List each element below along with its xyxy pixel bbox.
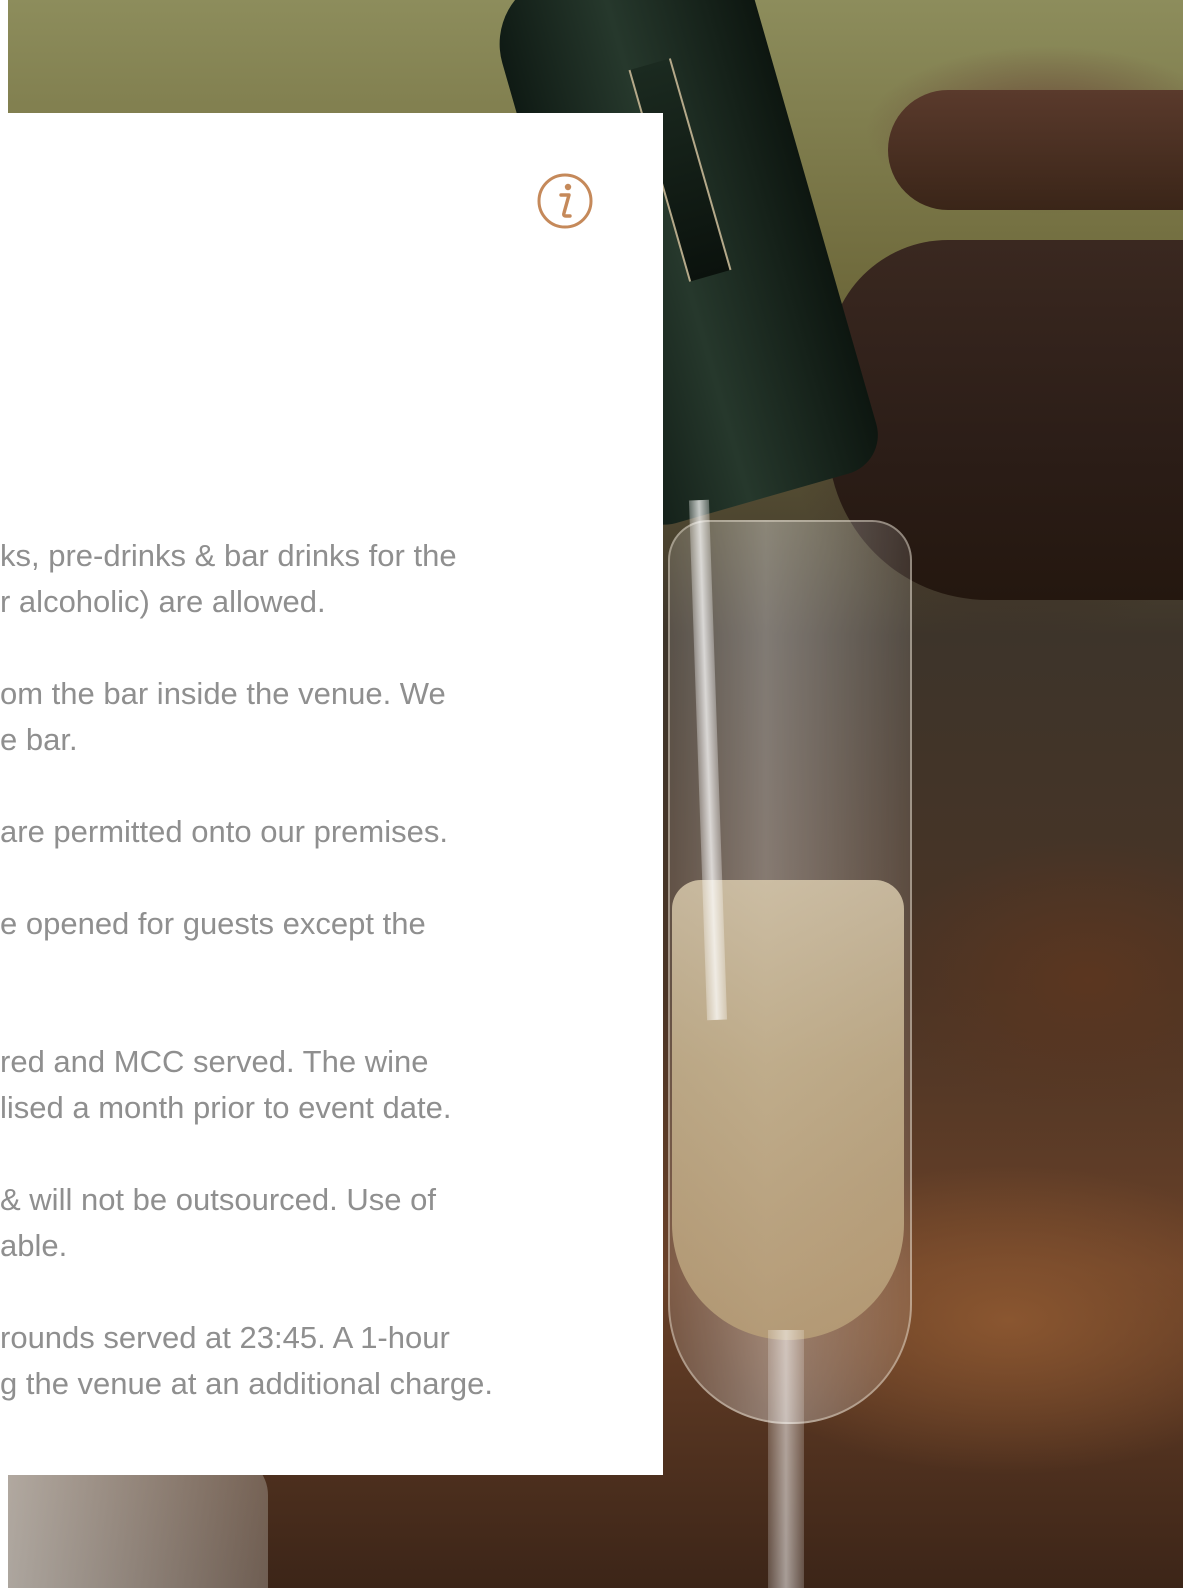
- policy-item: red and MCC served. The wine lised a mon…: [0, 1039, 663, 1131]
- policy-item: rounds served at 23:45. A 1-hour g the v…: [0, 1315, 663, 1407]
- policy-item: e opened for guests except the: [0, 901, 663, 993]
- policy-line: rounds served at 23:45. A 1-hour: [0, 1320, 450, 1355]
- policy-item: om the bar inside the venue. We e bar.: [0, 671, 663, 763]
- policy-item: & will not be outsourced. Use of able.: [0, 1177, 663, 1269]
- policy-line: r alcoholic) are allowed.: [0, 584, 326, 619]
- policy-line: g the venue at an additional charge.: [0, 1366, 493, 1401]
- policy-line: lised a month prior to event date.: [0, 1090, 452, 1125]
- policy-line: red and MCC served. The wine: [0, 1044, 429, 1079]
- info-circle-icon[interactable]: [537, 173, 593, 229]
- policy-line: e bar.: [0, 722, 78, 757]
- policy-line: are permitted onto our premises.: [0, 814, 448, 849]
- policy-line: om the bar inside the venue. We: [0, 676, 446, 711]
- policy-line: ks, pre-drinks & bar drinks for the: [0, 538, 457, 573]
- policy-item: ks, pre-drinks & bar drinks for the r al…: [0, 533, 663, 625]
- policy-line: & will not be outsourced. Use of: [0, 1182, 436, 1217]
- policy-line: e opened for guests except the: [0, 906, 426, 941]
- policy-line: able.: [0, 1228, 68, 1263]
- policy-item: are permitted onto our premises.: [0, 809, 663, 855]
- flute-stem: [768, 1330, 804, 1588]
- info-panel: ks, pre-drinks & bar drinks for the r al…: [0, 113, 663, 1475]
- drinks-policy-list: ks, pre-drinks & bar drinks for the r al…: [0, 533, 663, 1407]
- hand-thumb: [888, 90, 1183, 210]
